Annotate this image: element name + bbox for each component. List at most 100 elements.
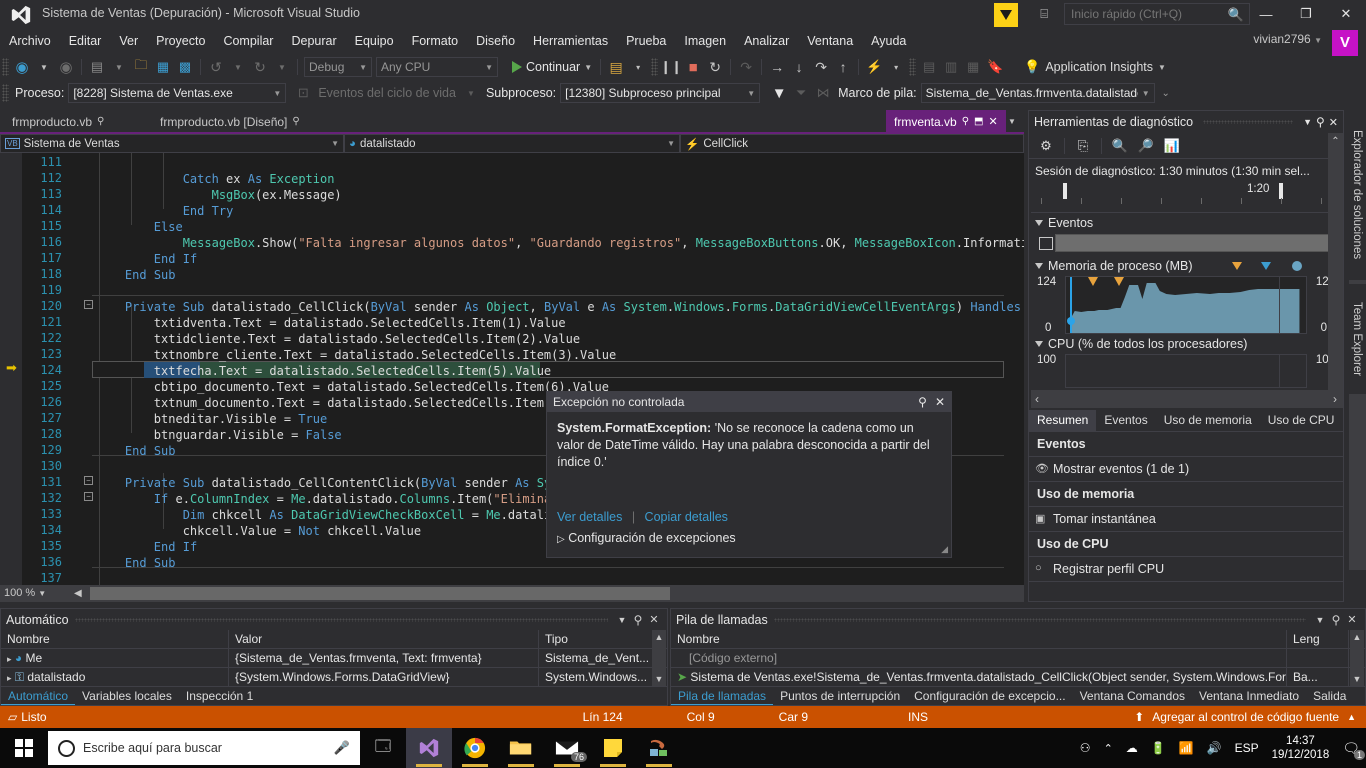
process-combo[interactable]: [8228] Sistema de Ventas.exe ▼ bbox=[68, 83, 287, 103]
diag-tab-resumen[interactable]: Resumen bbox=[1029, 410, 1097, 431]
float-icon[interactable]: ⬒ bbox=[974, 116, 983, 127]
member-combo[interactable]: ◕ datalistado ▼ bbox=[344, 134, 680, 153]
taskbar-app-visual-studio[interactable] bbox=[406, 728, 452, 768]
vtab-explorador-de-soluciones[interactable]: Explorador de soluciones bbox=[1344, 110, 1366, 280]
code-line[interactable]: txtidventa.Text = datalistado.SelectedCe… bbox=[96, 315, 566, 331]
pane-tab-ventana-comandos[interactable]: Ventana Comandos bbox=[1073, 688, 1192, 704]
attach-process-icon[interactable]: ▤ bbox=[605, 56, 627, 78]
menu-editar[interactable]: Editar bbox=[60, 32, 111, 50]
menu-equipo[interactable]: Equipo bbox=[346, 32, 403, 50]
code-line[interactable]: End Sub bbox=[96, 555, 176, 571]
back-dropdown-icon[interactable]: ▼ bbox=[33, 56, 55, 78]
code-line[interactable]: End Sub bbox=[96, 267, 176, 283]
taskbar-app-file-explorer[interactable] bbox=[498, 728, 544, 768]
menu-ayuda[interactable]: Ayuda bbox=[862, 32, 915, 50]
close-icon[interactable]: ✕ bbox=[988, 115, 997, 128]
code-line[interactable]: MsgBox(ex.Message) bbox=[96, 187, 342, 203]
code-line[interactable]: End If bbox=[96, 539, 197, 555]
onedrive-icon[interactable]: ☁ bbox=[1126, 741, 1138, 755]
pin-icon[interactable]: ⚲ bbox=[630, 613, 646, 627]
scroll-right-icon[interactable]: › bbox=[1333, 392, 1337, 406]
collapse-toggle-120[interactable]: − bbox=[84, 300, 93, 309]
action-center-icon[interactable]: 🗨 1 bbox=[1342, 740, 1365, 760]
copy-details-link[interactable]: Copiar detalles bbox=[645, 510, 728, 524]
pin-icon[interactable]: ⚲ bbox=[918, 395, 927, 409]
microphone-icon[interactable]: 🎤 bbox=[334, 740, 350, 756]
layout-toolbar-grip[interactable] bbox=[909, 58, 917, 76]
chart-icon[interactable]: 📊 bbox=[1160, 135, 1184, 157]
save-all-icon[interactable]: ▩ bbox=[174, 56, 196, 78]
align-top-icon[interactable]: ▦ bbox=[962, 56, 984, 78]
call-stack-row-external[interactable]: [Código externo] bbox=[671, 649, 1365, 668]
attach-dropdown-icon[interactable]: ▾ bbox=[627, 56, 649, 78]
pane-tab-salida[interactable]: Salida bbox=[1306, 688, 1353, 704]
solution-configuration-combo[interactable]: Debug ▼ bbox=[304, 57, 372, 77]
close-icon[interactable]: ✕ bbox=[646, 613, 662, 626]
menu-herramientas[interactable]: Herramientas bbox=[524, 32, 617, 50]
pane-tab-puntos-de-interrupcion[interactable]: Puntos de interrupción bbox=[773, 688, 907, 704]
diag-tab-eventos[interactable]: Eventos bbox=[1096, 410, 1155, 431]
code-line[interactable]: txtnombre_cliente.Text = datalistado.Sel… bbox=[96, 347, 616, 363]
code-line[interactable]: Private Sub datalistado_CellClick(ByVal … bbox=[96, 299, 1024, 315]
menu-archivo[interactable]: Archivo bbox=[0, 32, 60, 50]
summary-row-registrar-perfil-cpu[interactable]: ○ Registrar perfil CPU bbox=[1029, 557, 1343, 582]
stop-debugging-icon[interactable]: ■ bbox=[682, 56, 704, 78]
doc-tab-frmproducto[interactable]: frmproducto.vb ⚲ bbox=[4, 110, 112, 133]
code-line[interactable]: cbtipo_documento.Text = datalistado.Sele… bbox=[96, 379, 609, 395]
diagnostic-horizontal-scrollbar[interactable]: ‹ › bbox=[1031, 390, 1341, 408]
vtab-team-explorer[interactable]: Team Explorer bbox=[1344, 284, 1366, 394]
start-button[interactable] bbox=[0, 728, 48, 768]
redo-icon[interactable]: ↻ bbox=[249, 56, 271, 78]
menu-proyecto[interactable]: Proyecto bbox=[147, 32, 214, 50]
event-combo[interactable]: ⚡ CellClick bbox=[680, 134, 1024, 153]
code-line[interactable]: btneditar.Visible = True bbox=[96, 411, 327, 427]
autos-row-datalistado[interactable]: ▸ ⚿ datalistado {System.Windows.Forms.Da… bbox=[1, 668, 667, 687]
new-project-icon[interactable]: ▤ bbox=[86, 56, 108, 78]
language-indicator[interactable]: ESP bbox=[1235, 741, 1259, 755]
doc-tab-frmventa[interactable]: frmventa.vb ⚲ ⬒ ✕ bbox=[886, 110, 1006, 133]
code-line[interactable]: MessageBox.Show("Falta ingresar algunos … bbox=[96, 235, 1024, 251]
pane-tab-variables-locales[interactable]: Variables locales bbox=[75, 688, 179, 704]
panel-drag-dots[interactable] bbox=[773, 617, 1306, 622]
memory-graph[interactable]: 124 124 0 0 bbox=[1035, 276, 1337, 334]
step-into-icon[interactable]: ↓ bbox=[788, 56, 810, 78]
solution-platform-combo[interactable]: Any CPU ▼ bbox=[376, 57, 498, 77]
navigate-back-icon[interactable]: ◉ bbox=[11, 56, 33, 78]
restore-button[interactable]: ❐ bbox=[1286, 0, 1326, 28]
diagnostic-vertical-scrollbar[interactable]: ⌃ ⌄ bbox=[1328, 133, 1343, 408]
menu-formato[interactable]: Formato bbox=[403, 32, 468, 50]
navigate-forward-icon[interactable]: ◉ bbox=[55, 56, 77, 78]
clock[interactable]: 14:37 19/12/2018 bbox=[1272, 734, 1330, 762]
open-file-icon[interactable]: 🗀 bbox=[130, 56, 152, 78]
hot-reload-dropdown-icon[interactable]: ▾ bbox=[885, 56, 907, 78]
restart-icon[interactable]: ↻ bbox=[704, 56, 726, 78]
taskbar-app-paint[interactable] bbox=[636, 728, 682, 768]
code-line[interactable]: chkcell.Value = Not chkcell.Value bbox=[96, 523, 421, 539]
diag-tab-uso-cpu[interactable]: Uso de CPU bbox=[1260, 410, 1343, 431]
application-insights-button[interactable]: 💡 Application Insights ▼ bbox=[1024, 59, 1166, 75]
code-line[interactable]: Catch ex As Exception bbox=[96, 171, 335, 187]
code-line[interactable]: Else bbox=[96, 219, 183, 235]
panel-drag-dots[interactable] bbox=[74, 617, 608, 622]
code-line[interactable]: txtfecha.Text = datalistado.SelectedCell… bbox=[96, 363, 551, 379]
quick-launch-input[interactable] bbox=[1065, 4, 1223, 24]
pin-icon[interactable]: ⚲ bbox=[97, 116, 104, 127]
code-line[interactable]: End If bbox=[96, 251, 197, 267]
code-line[interactable]: End Sub bbox=[96, 443, 176, 459]
undo-icon[interactable]: ↺ bbox=[205, 56, 227, 78]
cpu-graph[interactable]: 100 100 bbox=[1035, 354, 1337, 388]
menu-ver[interactable]: Ver bbox=[110, 32, 147, 50]
wifi-icon[interactable]: 📶 bbox=[1179, 741, 1194, 755]
expander-icon[interactable]: ▸ bbox=[7, 673, 12, 683]
menu-diseno[interactable]: Diseño bbox=[467, 32, 524, 50]
thread-combo[interactable]: [12380] Subproceso principal ▼ bbox=[560, 83, 761, 103]
editor-zoom-level[interactable]: 100 % ▼ bbox=[4, 587, 46, 599]
stack-frame-combo[interactable]: Sistema_de_Ventas.frmventa.datalistado_C… bbox=[920, 83, 1155, 103]
code-line[interactable]: End Try bbox=[96, 203, 234, 219]
minimize-button[interactable]: — bbox=[1246, 0, 1286, 28]
step-curve-icon[interactable]: ↷ bbox=[810, 56, 832, 78]
doc-tab-frmproducto-design[interactable]: frmproducto.vb [Diseño] ⚲ bbox=[152, 110, 308, 133]
call-stack-vertical-scrollbar[interactable]: ▲ ▼ bbox=[1350, 630, 1364, 686]
autos-col-tipo[interactable]: Tipo bbox=[539, 630, 655, 648]
toolbar-overflow-icon[interactable]: ⌄ bbox=[1155, 82, 1177, 104]
